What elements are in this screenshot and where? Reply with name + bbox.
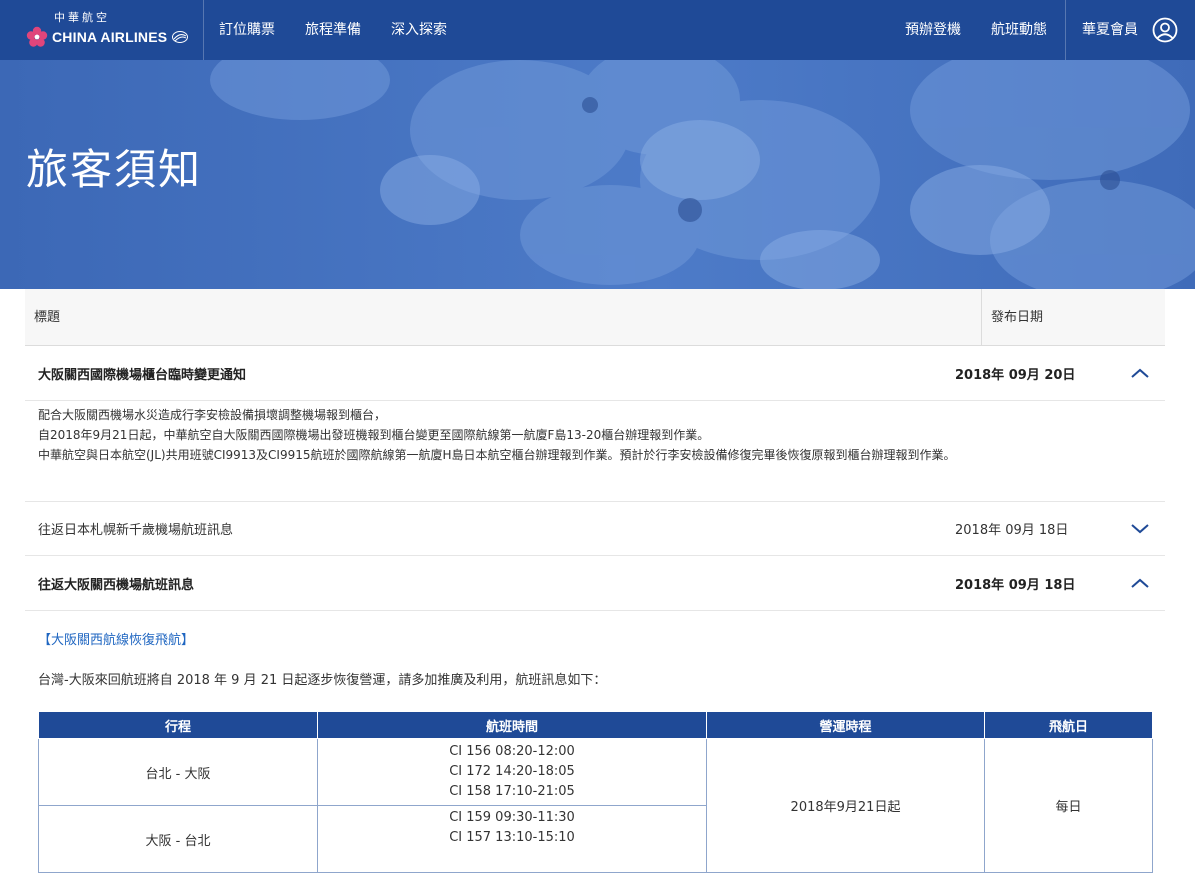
notice-title: 往返日本札幌新千歲機場航班訊息	[38, 523, 234, 538]
notice-subheading: 【大阪關西航線恢復飛航】	[38, 633, 195, 648]
nav-booking[interactable]: 訂位購票	[204, 0, 290, 60]
collapse-chevron-icon[interactable]	[1115, 363, 1165, 383]
flight-time-line: CI 158 17:10-21:05	[449, 784, 575, 799]
notice-title: 大阪關西國際機場櫃台臨時變更通知	[38, 367, 247, 383]
notice-row[interactable]: 大阪關西國際機場櫃台臨時變更通知 2018年 09月 20日	[25, 346, 1165, 401]
notice-body-line: 中華航空與日本航空(JL)共用班號CI9913及CI9915航班於國際航線第一航…	[38, 448, 956, 462]
nav-flight-status[interactable]: 航班動態	[976, 0, 1063, 60]
column-header-date: 發布日期	[991, 310, 1044, 325]
top-nav-bar: 中華航空 CHINA AIRLINES 訂位購票 旅程準備 深入探索 預辦登機 …	[0, 0, 1195, 60]
notice-date: 2018年 09月 18日	[955, 523, 1069, 538]
member-label: 華夏會員	[1082, 22, 1138, 38]
logo-english-text: CHINA AIRLINES	[52, 29, 168, 45]
notice-title: 往返大阪關西機場航班訊息	[38, 577, 195, 593]
plum-blossom-icon	[26, 26, 48, 47]
collapse-chevron-icon[interactable]	[1115, 573, 1165, 593]
notice-body-line: 自2018年9月21日起，中華航空自大阪關西國際機場出發班機報到櫃台變更至國際航…	[38, 428, 710, 442]
flight-time-line: CI 159 09:30-11:30	[449, 810, 575, 825]
flight-days: 每日	[984, 738, 1153, 873]
flight-times: CI 159 09:30-11:30 CI 157 13:10-15:10	[317, 805, 707, 873]
expand-chevron-icon[interactable]	[1115, 519, 1165, 539]
page-title: 旅客須知	[26, 145, 203, 194]
notice-date: 2018年 09月 20日	[955, 367, 1076, 383]
flight-table-header: 航班時間	[317, 711, 707, 739]
flight-time-line: CI 156 08:20-12:00	[449, 744, 575, 759]
notice-body: 【大阪關西航線恢復飛航】 台灣-大阪來回航班將自 2018 年 9 月 21 日…	[25, 611, 1165, 873]
table-header: 標題 發布日期	[25, 289, 1165, 346]
notice-date: 2018年 09月 18日	[955, 577, 1076, 593]
flight-table-header: 飛航日	[984, 711, 1153, 739]
nav-explore[interactable]: 深入探索	[376, 0, 462, 60]
skyteam-icon	[172, 31, 189, 43]
notice-body: 配合大阪關西機場水災造成行李安檢設備損壞調整機場報到櫃台， 自2018年9月21…	[25, 401, 1165, 501]
member-login[interactable]: 華夏會員	[1065, 0, 1195, 60]
utility-menu: 預辦登機 航班動態 華夏會員	[890, 0, 1195, 60]
flight-time-line: CI 172 14:20-18:05	[449, 764, 575, 779]
flight-schedule: 2018年9月21日起	[706, 738, 985, 873]
hero-banner: 旅客須知	[0, 60, 1195, 289]
flight-schedule-table: 行程 航班時間 營運時程 飛航日 台北 - 大阪 CI 156 08:20-12…	[38, 711, 1153, 873]
notice-intro: 台灣-大阪來回航班將自 2018 年 9 月 21 日起逐步恢復營運，請多加推廣…	[38, 673, 607, 688]
flight-table-header: 行程	[38, 711, 318, 739]
logo-chinese-text: 中華航空	[54, 11, 110, 24]
flight-route: 大阪 - 台北	[38, 805, 318, 873]
flight-times: CI 156 08:20-12:00 CI 172 14:20-18:05 CI…	[317, 738, 707, 806]
flight-table-header: 營運時程	[706, 711, 985, 739]
column-header-title: 標題	[25, 289, 982, 345]
china-airlines-logo[interactable]: 中華航空 CHINA AIRLINES	[0, 0, 204, 60]
nav-travel-prep[interactable]: 旅程準備	[290, 0, 376, 60]
user-account-icon	[1152, 17, 1178, 43]
notice-table: 標題 發布日期 大阪關西國際機場櫃台臨時變更通知 2018年 09月 20日 配…	[25, 289, 1165, 873]
flight-route: 台北 - 大阪	[38, 738, 318, 806]
main-menu: 訂位購票 旅程準備 深入探索	[204, 0, 462, 60]
notice-row[interactable]: 往返大阪關西機場航班訊息 2018年 09月 18日	[25, 556, 1165, 611]
notice-row[interactable]: 往返日本札幌新千歲機場航班訊息 2018年 09月 18日	[25, 501, 1165, 556]
notice-body-line: 配合大阪關西機場水災造成行李安檢設備損壞調整機場報到櫃台，	[38, 408, 387, 422]
nav-online-checkin[interactable]: 預辦登機	[890, 0, 976, 60]
flight-time-line: CI 157 13:10-15:10	[449, 830, 575, 845]
